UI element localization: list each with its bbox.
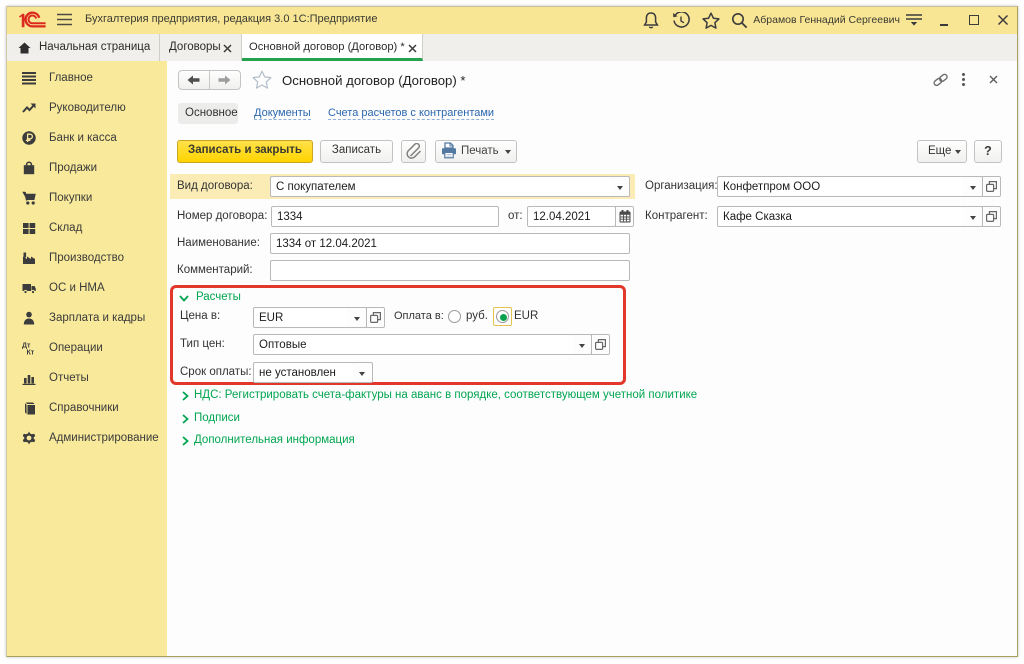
svg-text:Дт: Дт — [22, 343, 31, 350]
svg-text:Кт: Кт — [27, 350, 35, 356]
